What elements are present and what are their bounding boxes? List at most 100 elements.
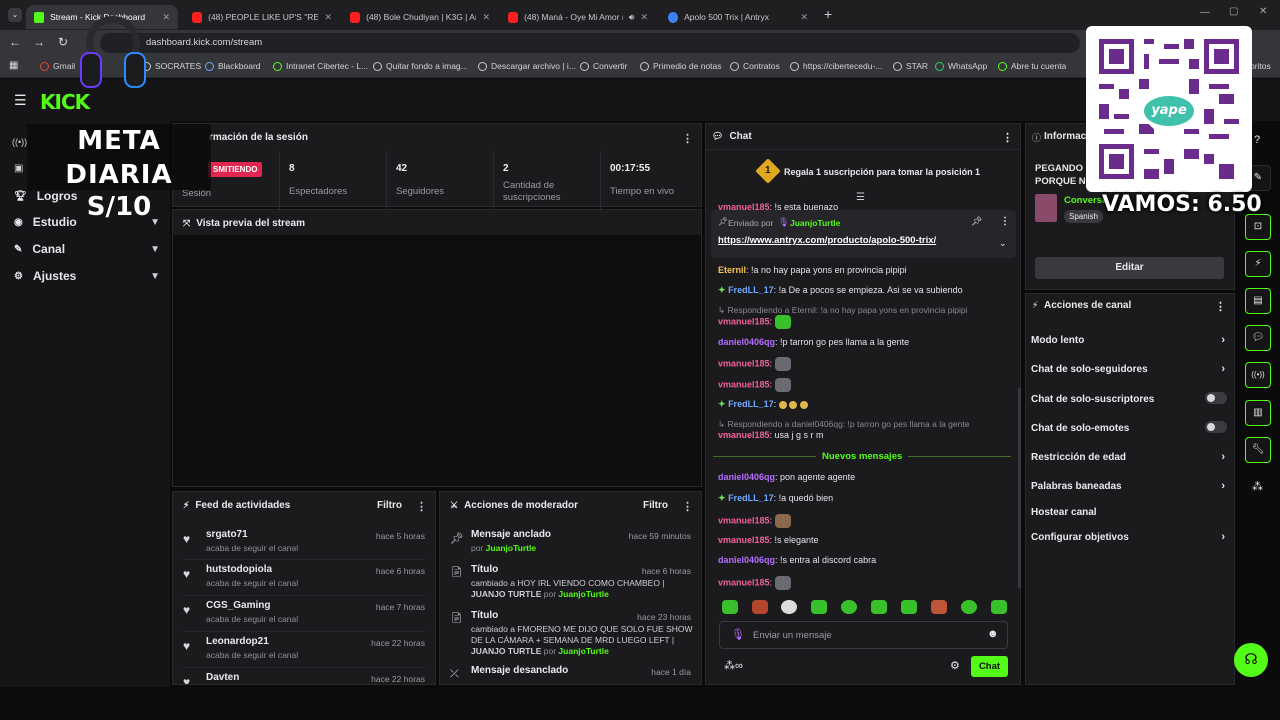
chat-scrollbar[interactable] <box>1018 388 1021 588</box>
apps-grid-icon[interactable]: ▦ <box>9 60 18 71</box>
kebab-menu-icon[interactable]: ⋮ <box>1215 300 1226 313</box>
speaker-icon[interactable]: 🔊︎ <box>629 12 635 23</box>
activity-filter-button[interactable]: Filtro <box>377 500 402 511</box>
forward-icon[interactable]: → <box>33 35 45 49</box>
dashboard-icon[interactable]: ▣ <box>14 163 23 174</box>
action-restriccion-edad[interactable]: Restricción de edad › <box>1031 451 1227 463</box>
pin-icon: 📌︎ <box>718 217 729 226</box>
points-icon[interactable]: ⁂∞ <box>724 659 743 672</box>
emote-7-icon[interactable] <box>901 600 917 614</box>
action-solo-seguidores[interactable]: Chat de solo-seguidores › <box>1031 363 1227 375</box>
chat-reply-context[interactable]: ↳ Respondiendo a daniel0406qg: !p tarron… <box>718 419 969 430</box>
chat-bubble-rail-icon[interactable]: 💬︎ <box>1245 325 1271 351</box>
moderator-filter-button[interactable]: Filtro <box>643 500 668 511</box>
bookmark-gmail[interactable]: Gmail <box>40 61 75 71</box>
bookmark-convertir[interactable]: Convertir <box>580 61 627 71</box>
layers-icon[interactable]: ▥ <box>1245 400 1271 426</box>
bookmark-descargar[interactable]: Descargar archivo | i... <box>478 61 576 71</box>
tab-search-icon[interactable]: ⌄ <box>8 8 22 22</box>
sword-icon: ⚔ <box>450 500 459 510</box>
emote-6-icon[interactable] <box>871 600 887 614</box>
bookmark-quitar-fondo[interactable]: Quitar fondo a imag... <box>373 61 468 71</box>
chevron-down-icon[interactable]: ⌄ <box>999 238 1007 249</box>
pin-toggle-icon[interactable]: 📌︎ <box>971 216 982 227</box>
back-icon[interactable]: ← <box>9 35 21 49</box>
nav-ajustes[interactable]: ⚙ Ajustes ▼ <box>14 269 160 283</box>
close-window-icon[interactable]: ✕ <box>1259 6 1267 17</box>
action-configurar-objetivos[interactable]: Configurar objetivos › <box>1031 531 1227 543</box>
emotes-only-toggle[interactable] <box>1205 421 1227 433</box>
bolt-action-icon[interactable]: ⚡︎ <box>1245 251 1271 277</box>
bookmark-cibertec[interactable]: https://cibertecedu-... <box>790 61 882 71</box>
emote-10-icon[interactable] <box>991 600 1007 614</box>
emote-1-icon[interactable] <box>722 600 738 614</box>
close-tab-icon[interactable]: ✕ <box>800 12 808 23</box>
edit-info-button[interactable]: Editar <box>1035 257 1224 279</box>
document-icon[interactable]: ▤ <box>1245 288 1271 314</box>
close-tab-icon[interactable]: ✕ <box>640 12 648 23</box>
minimize-icon[interactable]: — <box>1200 7 1210 18</box>
new-tab-icon[interactable]: + <box>824 6 832 22</box>
category-name[interactable]: Conversa <box>1064 195 1107 206</box>
kebab-menu-icon[interactable]: ⋮ <box>682 132 693 145</box>
emote-9-icon[interactable] <box>961 600 977 614</box>
heart-icon: ♥ <box>183 532 191 546</box>
kebab-menu-icon[interactable]: ⋮ <box>1002 131 1013 144</box>
pinned-user[interactable]: JuanjoTurtle <box>790 218 840 228</box>
close-tab-icon[interactable]: ✕ <box>482 12 490 23</box>
tab-antryx[interactable]: Apolo 500 Trix | Antryx ✕ <box>660 5 816 29</box>
broadcast-rail-icon[interactable]: ((•)) <box>1245 362 1271 388</box>
broadcast-icon[interactable]: ((•)) <box>12 137 27 147</box>
close-tab-icon[interactable]: ✕ <box>162 12 170 23</box>
capture-icon[interactable]: ⊡ <box>1245 214 1271 240</box>
stat-suscripciones: 2 Cantidad de suscripciones <box>493 151 600 209</box>
sub-rank-number: 1 <box>765 165 771 176</box>
bookmark-favoritos[interactable]: oritos <box>1250 61 1271 71</box>
kebab-menu-icon[interactable]: ⋮ <box>1000 216 1010 227</box>
url-input[interactable]: dashboard.kick.com/stream <box>100 33 1080 53</box>
emoji-icon[interactable]: ☻ <box>987 628 999 640</box>
nav-canal[interactable]: ✎ Canal ▼ <box>14 242 160 256</box>
collapse-icon[interactable]: ☰ <box>856 192 865 203</box>
tab-youtube-1[interactable]: (48) PEOPLE LIKE UP'S "REENCA ✕ <box>184 5 340 29</box>
chat-input[interactable]: 🎙︎ Enviar un mensaje ☻ <box>719 621 1008 649</box>
bookmark-notas[interactable]: Primedio de notas <box>640 61 722 71</box>
tab-youtube-2[interactable]: (48) Bole Chudiyan | K3G | Ami ✕ <box>342 5 498 29</box>
bookmark-star[interactable]: STAR <box>893 61 928 71</box>
emote-3-icon[interactable] <box>781 600 797 614</box>
emote-5-icon[interactable] <box>841 600 857 614</box>
kebab-menu-icon[interactable]: ⋮ <box>416 500 427 513</box>
bookmark-abre-cuenta[interactable]: Abre tu cuenta <box>998 61 1066 71</box>
emote-8-icon[interactable] <box>931 600 947 614</box>
chat-input-placeholder: Enviar un mensaje <box>753 630 832 641</box>
new-messages-label[interactable]: Nuevos mensajes <box>816 451 909 462</box>
pinned-link[interactable]: https://www.antryx.com/producto/apolo-50… <box>718 235 936 246</box>
wrench-icon[interactable]: 🔧︎ <box>1245 437 1271 463</box>
send-chat-button[interactable]: Chat <box>971 656 1008 677</box>
tab-youtube-3[interactable]: (48) Maná - Oye Mi Amor ( 🔊︎ ✕ <box>500 5 656 29</box>
help-icon[interactable]: ? <box>1254 134 1260 146</box>
support-headset-icon[interactable]: ☊ <box>1234 643 1268 677</box>
kebab-menu-icon[interactable]: ⋮ <box>682 500 693 513</box>
close-tab-icon[interactable]: ✕ <box>324 12 332 23</box>
action-palabras-baneadas[interactable]: Palabras baneadas › <box>1031 480 1227 492</box>
sub-gift-banner[interactable]: Regala 1 suscripción para tomar la posic… <box>784 167 980 177</box>
bookmark-contratos[interactable]: Contratos <box>730 61 780 71</box>
subscribers-only-toggle[interactable] <box>1205 392 1227 404</box>
divider <box>183 631 425 632</box>
maximize-icon[interactable]: ▢ <box>1229 6 1238 17</box>
bookmark-whatsapp[interactable]: WhatsApp <box>935 61 987 71</box>
reload-icon[interactable]: ↻ <box>58 35 68 49</box>
emote-2-icon[interactable] <box>752 600 768 614</box>
activity-item: ♥ CGS_Gaming acaba de seguir el canal ha… <box>183 600 425 624</box>
bookmark-intranet[interactable]: Intranet Cibertec - L... <box>273 61 368 71</box>
chat-settings-gear-icon[interactable]: ⚙ <box>950 659 960 672</box>
action-modo-lento[interactable]: Modo lento › <box>1031 334 1227 346</box>
emote-4-icon[interactable] <box>811 600 827 614</box>
action-hostear-canal[interactable]: Hostear canal <box>1031 507 1227 518</box>
bookmark-socrates[interactable]: SOCRATES <box>142 61 201 71</box>
globe-icon <box>640 61 649 71</box>
dots-cluster-icon[interactable]: ⁂ <box>1252 480 1263 493</box>
bookmark-blackboard[interactable]: Blackboard <box>205 61 261 71</box>
hamburger-menu-icon[interactable]: ☰ <box>14 92 27 109</box>
